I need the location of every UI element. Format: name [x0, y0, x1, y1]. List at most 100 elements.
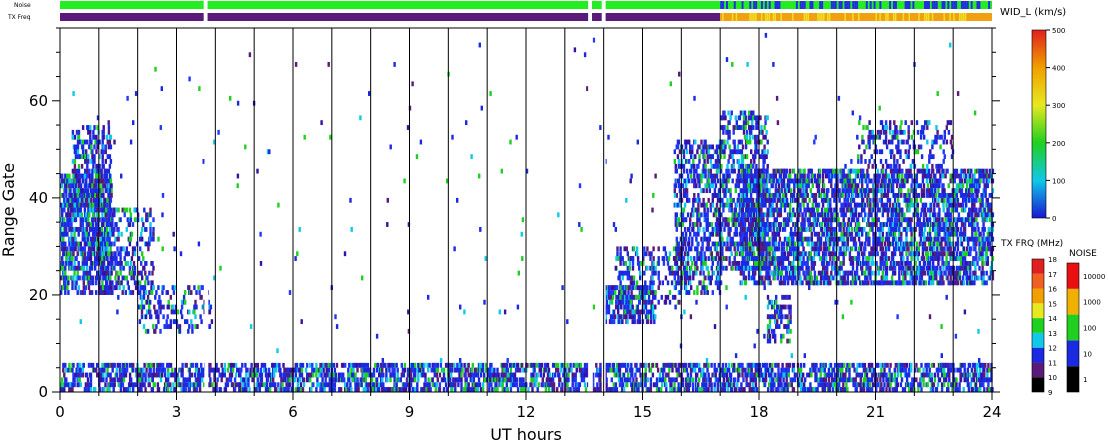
echo-cell: [509, 382, 513, 388]
echo-cell: [727, 159, 730, 164]
echo-cell: [741, 144, 745, 150]
echo-cell: [130, 231, 134, 237]
echo-cell: [250, 362, 253, 368]
echo-cell: [646, 265, 649, 271]
echo-cell: [880, 367, 883, 373]
echo-cell: [396, 372, 399, 378]
echo-cell: [705, 382, 708, 388]
echo-cell: [132, 387, 135, 392]
echo-cell: [177, 377, 180, 383]
echo-cell: [619, 280, 622, 286]
echo-cell: [495, 372, 498, 378]
echo-cell: [579, 362, 583, 368]
echo-cell: [940, 387, 944, 392]
echo-cell: [625, 246, 628, 252]
echo-cell: [85, 261, 89, 266]
echo-cell: [920, 362, 923, 368]
echo-cell: [736, 178, 739, 184]
echo-cell: [481, 362, 485, 368]
echo-cell: [74, 285, 77, 291]
echo-cell: [842, 387, 845, 392]
echo-cell: [149, 309, 152, 315]
echo-cell: [711, 202, 714, 208]
echo-cell: [738, 372, 741, 378]
echo-cell: [86, 236, 90, 242]
echo-cell: [962, 387, 965, 392]
echo-cell: [815, 377, 818, 383]
echo-cell: [626, 309, 629, 315]
echo-cell: [612, 362, 615, 368]
echo-cell: [81, 367, 84, 373]
echo-cell: [631, 304, 634, 310]
echo-cell: [149, 207, 152, 213]
echo-cell: [375, 367, 379, 373]
echo-cell: [559, 377, 562, 383]
echo-cell: [104, 217, 107, 223]
echo-cell: [706, 159, 709, 164]
echo-cell: [684, 362, 688, 368]
echo-cell: [81, 149, 85, 155]
echo-cell: [696, 290, 699, 295]
echo-cell: [378, 387, 381, 392]
echo-cell: [658, 280, 661, 286]
echo-cell: [655, 362, 659, 368]
echo-cell: [216, 377, 219, 383]
echo-cell: [722, 183, 725, 189]
echo-cell: [81, 144, 85, 150]
echo-cell: [464, 372, 467, 378]
echo-cell: [149, 367, 152, 373]
noise-strip-segment: [605, 1, 721, 9]
echo-cell: [61, 207, 64, 213]
echo-cell: [109, 261, 112, 266]
echo-cell: [824, 377, 827, 383]
echo-cell: [84, 241, 88, 247]
echo-cell: [973, 367, 977, 373]
echo-cell: [157, 387, 161, 392]
echo-cell: [471, 372, 474, 378]
noise-strip-tick: [960, 1, 963, 9]
echo-cell: [135, 367, 138, 373]
echo-cell: [169, 319, 172, 325]
echo-cell: [665, 387, 668, 392]
echo-cell: [700, 139, 703, 145]
echo-cell: [652, 290, 655, 295]
echo-cell: [77, 168, 81, 174]
echo-cell: [686, 212, 690, 218]
echo-cell: [84, 285, 88, 291]
echo-cell: [695, 183, 698, 189]
echo-cell: [334, 372, 338, 378]
echo-cell: [721, 246, 724, 252]
echo-cell: [634, 372, 637, 378]
echo-cell: [668, 290, 672, 295]
echo-cell: [698, 159, 701, 164]
noise-strip-tick: [803, 1, 806, 9]
echo-cell: [676, 154, 680, 160]
echo-cell: [266, 377, 270, 383]
echo-cell: [673, 387, 676, 392]
echo-cell: [635, 280, 639, 286]
txfreq-strip-tick: [821, 13, 823, 21]
echo-cell: [731, 178, 734, 184]
echo-cell: [354, 372, 357, 378]
echo-cell: [281, 382, 284, 388]
echo-cell: [460, 382, 463, 388]
echo-cell: [686, 261, 690, 266]
echo-cell: [86, 163, 89, 169]
echo-cell: [678, 246, 682, 252]
echo-cell: [226, 382, 230, 388]
echo-cell: [694, 139, 697, 145]
echo-cell: [109, 227, 112, 232]
echo-cell: [663, 246, 667, 252]
echo-cell: [889, 362, 892, 368]
echo-cell: [697, 202, 700, 208]
echo-cell: [714, 183, 718, 189]
echo-cell: [706, 183, 709, 189]
echo-cell: [265, 382, 269, 388]
echo-cell: [273, 372, 276, 378]
noise-strip-tick: [906, 1, 909, 9]
echo-cell: [444, 382, 448, 388]
echo-cell: [686, 382, 690, 388]
echo-cell: [311, 362, 314, 368]
echo-cell: [903, 387, 907, 392]
echo-cell: [704, 256, 707, 261]
